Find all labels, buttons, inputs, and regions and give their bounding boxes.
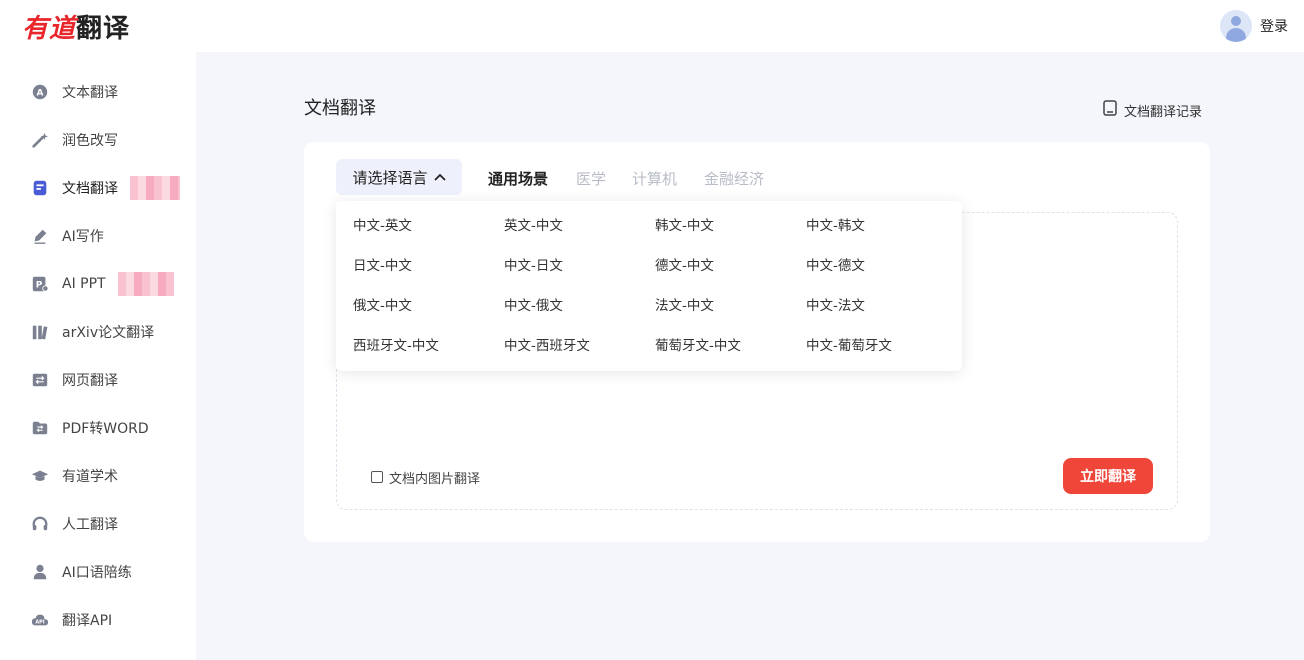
login-link[interactable]: 登录: [1260, 16, 1288, 36]
lang-pair-option[interactable]: 法文-中文: [655, 296, 714, 316]
lang-pair-option[interactable]: 中文-德文: [806, 256, 865, 276]
language-select-label: 请选择语言: [352, 168, 428, 187]
books-icon: [30, 322, 50, 342]
tab-computer[interactable]: 计算机: [632, 168, 677, 189]
lang-pair-option[interactable]: 韩文-中文: [655, 216, 714, 236]
sidebar-item-label: AI PPT: [62, 276, 106, 292]
translate-now-button[interactable]: 立即翻译: [1063, 458, 1153, 494]
avatar[interactable]: [1220, 10, 1252, 42]
folder-convert-icon: [30, 418, 50, 438]
youdao-logo[interactable]: 有道 翻译: [22, 8, 130, 44]
lang-pair-option[interactable]: 中文-韩文: [806, 216, 865, 236]
image-translate-option[interactable]: 文档内图片翻译: [371, 468, 481, 487]
sidebar-item-api[interactable]: API 翻译API: [30, 608, 112, 632]
sidebar-item-label: arXiv论文翻译: [62, 325, 155, 341]
document-icon: [30, 178, 50, 198]
lang-pair-option[interactable]: 中文-日文: [504, 256, 563, 276]
sidebar-item-label: AI口语陪练: [62, 565, 132, 581]
sidebar-item-label: 文本翻译: [62, 85, 118, 101]
sidebar-item-label: 有道学术: [62, 469, 118, 485]
sidebar-item-polish[interactable]: 润色改写: [30, 128, 118, 152]
redacted-badge: [130, 176, 180, 200]
ppt-icon: P: [30, 274, 50, 294]
svg-text:API: API: [35, 620, 44, 626]
text-translate-icon: A: [30, 82, 50, 102]
logo-product-text: 翻译: [76, 13, 131, 44]
sidebar-item-label: 润色改写: [62, 133, 118, 149]
sidebar-item-ai-writing[interactable]: AI写作: [30, 224, 104, 248]
avatar-head-shape: [1231, 16, 1241, 26]
sidebar-item-label: 翻译API: [62, 613, 113, 629]
sidebar-item-text-translate[interactable]: A 文本翻译: [30, 80, 118, 104]
lang-pair-option[interactable]: 俄文-中文: [353, 296, 412, 316]
sidebar-item-label: PDF转WORD: [62, 421, 149, 437]
webpage-icon: [30, 370, 50, 390]
sidebar-item-label: AI写作: [62, 229, 104, 245]
tab-finance[interactable]: 金融经济: [704, 168, 764, 189]
top-bar: 有道 翻译 登录: [0, 0, 1304, 52]
sidebar-item-ai-ppt[interactable]: P AI PPT: [30, 272, 174, 296]
lang-pair-option[interactable]: 中文-葡萄牙文: [806, 336, 892, 356]
sidebar-item-label: 人工翻译: [62, 517, 118, 533]
headset-icon: [30, 514, 50, 534]
translation-history-link[interactable]: 文档翻译记录: [1103, 100, 1202, 120]
tab-general[interactable]: 通用场景: [488, 168, 548, 189]
sidebar-item-document-translate[interactable]: 文档翻译: [30, 176, 180, 200]
history-link-label: 文档翻译记录: [1124, 104, 1203, 120]
sidebar-item-ai-speaking[interactable]: AI口语陪练: [30, 560, 132, 584]
language-select[interactable]: 请选择语言: [336, 159, 462, 195]
chevron-up-icon: [433, 168, 446, 186]
lang-pair-option[interactable]: 中文-英文: [353, 216, 412, 236]
sidebar-item-academic[interactable]: 有道学术: [30, 464, 118, 488]
history-doc-icon: [1103, 100, 1118, 120]
lang-pair-option[interactable]: 中文-俄文: [504, 296, 563, 316]
lang-pair-option[interactable]: 中文-西班牙文: [504, 336, 590, 356]
page-title: 文档翻译: [304, 98, 376, 119]
user-area[interactable]: 登录: [1220, 10, 1288, 42]
logo-brand-text: 有道: [22, 13, 77, 44]
redacted-badge: [117, 272, 174, 296]
image-translate-checkbox[interactable]: [371, 471, 383, 483]
lang-pair-option[interactable]: 葡萄牙文-中文: [655, 336, 741, 356]
svg-text:A: A: [37, 89, 44, 99]
sidebar-item-webpage[interactable]: 网页翻译: [30, 368, 118, 392]
lang-pair-option[interactable]: 英文-中文: [504, 216, 563, 236]
svg-text:P: P: [36, 281, 43, 291]
sidebar-item-label: 网页翻译: [62, 373, 118, 389]
sidebar-item-arxiv[interactable]: arXiv论文翻译: [30, 320, 154, 344]
image-translate-label: 文档内图片翻译: [389, 471, 481, 487]
lang-pair-option[interactable]: 中文-法文: [806, 296, 865, 316]
tab-medicine[interactable]: 医学: [576, 168, 606, 189]
graduation-cap-icon: [30, 466, 50, 486]
lang-pair-option[interactable]: 德文-中文: [655, 256, 714, 276]
api-cloud-icon: API: [30, 610, 50, 630]
sidebar-item-label: 文档翻译: [62, 181, 118, 197]
pen-icon: [30, 226, 50, 246]
magic-wand-icon: [30, 130, 50, 150]
avatar-body-shape: [1226, 28, 1246, 42]
sidebar-item-human-translate[interactable]: 人工翻译: [30, 512, 118, 536]
sidebar-item-pdf-to-word[interactable]: PDF转WORD: [30, 416, 149, 440]
lang-pair-option[interactable]: 西班牙文-中文: [353, 336, 439, 356]
lang-pair-option[interactable]: 日文-中文: [353, 256, 412, 276]
person-icon: [30, 562, 50, 582]
